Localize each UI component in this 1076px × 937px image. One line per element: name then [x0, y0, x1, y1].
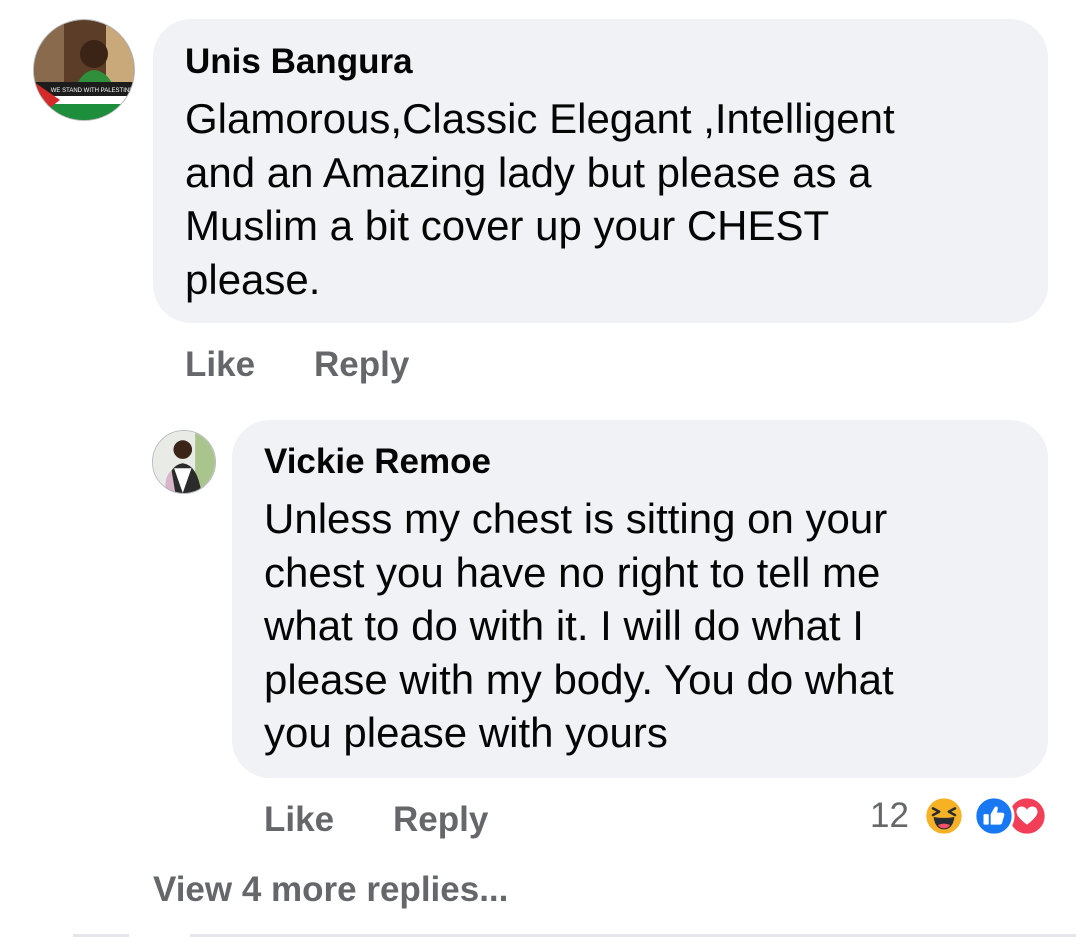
comment-text-line: and an Amazing lady but please as a — [185, 148, 872, 196]
view-more-replies-link[interactable]: View 4 more replies... — [153, 870, 508, 910]
haha-icon — [923, 795, 965, 837]
commenter-avatar[interactable]: WE STAND WITH PALESTINE — [33, 19, 135, 121]
comment-text-line: Muslim a bit cover up your CHEST — [185, 202, 830, 249]
reply-text: Unless my chest is sitting on your chest… — [264, 492, 894, 760]
reply-text-line: please with my body. You do what — [264, 655, 894, 703]
reply-text-line: you please with yours — [264, 709, 668, 756]
comment-text-line: Glamorous,Classic Elegant ,Intelligent — [185, 95, 895, 142]
comment-text-line: please. — [185, 255, 321, 303]
profile-photo — [153, 431, 215, 493]
reply-reply-button[interactable]: Reply — [393, 800, 488, 840]
profile-photo: WE STAND WITH PALESTINE — [34, 20, 134, 120]
replier-avatar[interactable] — [152, 430, 216, 494]
comment-reply-button[interactable]: Reply — [314, 345, 409, 385]
comment-text: Glamorous,Classic Elegant ,Intelligent a… — [185, 92, 895, 306]
comment-like-button[interactable]: Like — [185, 345, 255, 385]
comment-author[interactable]: Unis Bangura — [185, 42, 413, 82]
like-icon — [973, 795, 1015, 837]
reply-text-line: chest you have no right to tell me — [264, 548, 881, 596]
reply-text-line: Unless my chest is sitting on your — [264, 495, 888, 542]
reply-like-button[interactable]: Like — [264, 800, 334, 840]
avatar-caption: WE STAND WITH PALESTINE — [51, 88, 133, 94]
reply-text-line: what to do with it. I will do what I — [264, 602, 864, 649]
reply-author[interactable]: Vickie Remoe — [264, 442, 491, 482]
reaction-count: 12 — [870, 796, 909, 835]
